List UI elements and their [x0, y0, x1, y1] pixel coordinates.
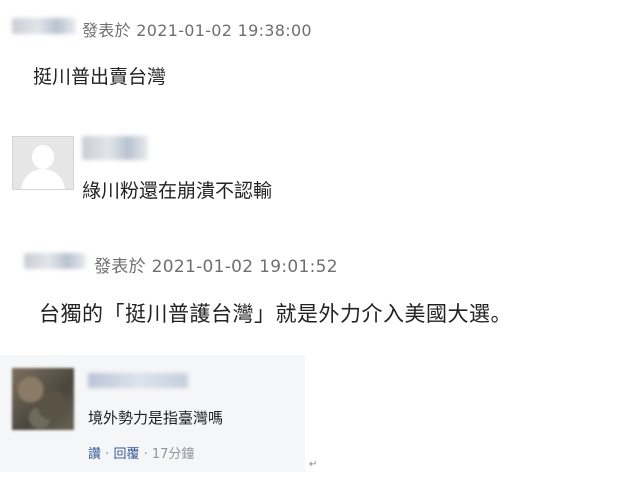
- return-arrow-icon: ↵: [309, 459, 318, 470]
- like-button[interactable]: 讚: [88, 447, 101, 462]
- separator: ·: [105, 447, 110, 462]
- avatar-head-shape: [32, 145, 54, 169]
- blurred-username[interactable]: [88, 373, 188, 388]
- blurred-username[interactable]: [82, 136, 148, 160]
- separator: ·: [143, 447, 148, 462]
- post-text: 台獨的「挺川普護台灣」就是外力介入美國大選。: [39, 302, 512, 326]
- comment-actions: 讚 · 回覆 · 17分鐘: [88, 443, 194, 462]
- post-meta: 發表於 2021-01-02 19:38:00: [82, 21, 312, 40]
- user-avatar[interactable]: [12, 368, 74, 430]
- post-meta: 發表於 2021-01-02 19:01:52: [94, 257, 338, 277]
- reply-button[interactable]: 回覆: [113, 447, 139, 462]
- comment-text: 境外勢力是指臺灣嗎: [88, 409, 224, 427]
- avatar-shoulders-shape: [21, 169, 65, 189]
- post-text: 挺川普出賣台灣: [33, 66, 167, 88]
- blurred-username[interactable]: [12, 18, 76, 34]
- fb-comment-card: 境外勢力是指臺灣嗎 讚 · 回覆 · 17分鐘: [0, 355, 305, 472]
- comment-timestamp[interactable]: 17分鐘: [152, 447, 195, 462]
- comment-text: 綠川粉還在崩潰不認輸: [82, 180, 273, 202]
- blurred-username[interactable]: [24, 253, 86, 269]
- default-avatar-icon[interactable]: [12, 136, 74, 190]
